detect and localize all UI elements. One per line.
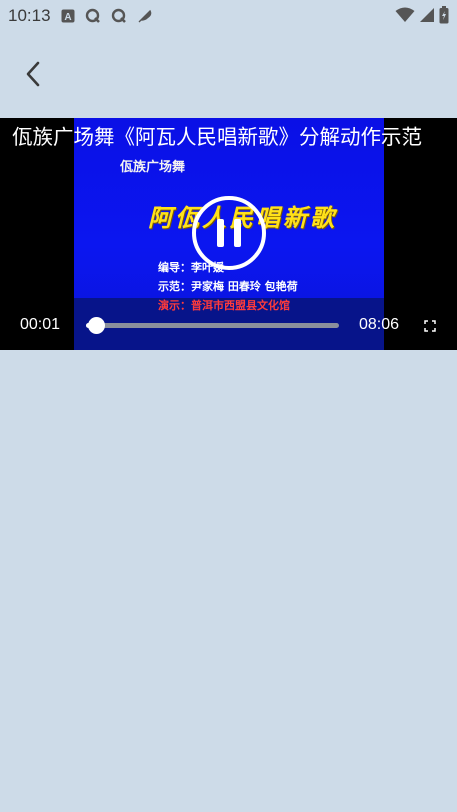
video-title: 佤族广场舞《阿瓦人民唱新歌》分解动作示范 bbox=[12, 125, 422, 149]
video-player[interactable]: 佤族广场舞 阿佤人民唱新歌 编导：李叶媛 示范：尹家梅 田春玲 包艳荷 演示：普… bbox=[0, 118, 457, 350]
progress-slider[interactable] bbox=[86, 317, 339, 334]
fullscreen-button[interactable] bbox=[423, 318, 437, 332]
signal-icon bbox=[419, 7, 435, 27]
wifi-icon bbox=[395, 7, 415, 27]
video-page: 10:13 A 佤族广场舞 阿佤人民唱新歌 编导：李叶媛 示范：尹家梅 田春玲 … bbox=[0, 0, 457, 812]
pause-button[interactable] bbox=[192, 196, 266, 270]
frame-subtitle: 佤族广场舞 bbox=[120, 160, 186, 175]
q-icon bbox=[85, 8, 101, 24]
current-time: 00:01 bbox=[20, 316, 61, 333]
status-time: 10:13 bbox=[8, 6, 51, 25]
pause-icon bbox=[212, 219, 246, 247]
feather-icon bbox=[137, 8, 153, 24]
progress-thumb[interactable] bbox=[88, 317, 106, 334]
back-button[interactable] bbox=[14, 56, 52, 92]
battery-icon bbox=[439, 6, 449, 28]
status-bar: 10:13 A bbox=[0, 0, 457, 32]
notification-a-icon: A bbox=[61, 9, 75, 23]
chevron-left-icon bbox=[26, 61, 40, 87]
frame-credit-performers: 示范：尹家梅 田春玲 包艳荷 bbox=[158, 280, 298, 293]
fullscreen-icon bbox=[424, 320, 436, 332]
duration: 08:06 bbox=[359, 316, 400, 333]
status-right-icons bbox=[395, 6, 449, 28]
q-icon bbox=[111, 8, 127, 24]
frame-credit-presenter: 演示：普洱市西盟县文化馆 bbox=[158, 299, 290, 312]
app-bar bbox=[0, 40, 457, 106]
svg-text:A: A bbox=[64, 12, 71, 23]
